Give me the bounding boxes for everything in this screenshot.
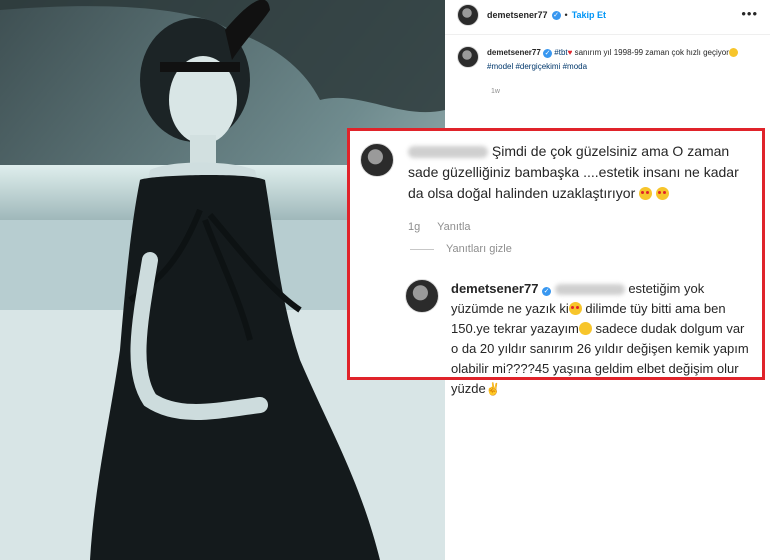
post-header: demetsener77 ✓ • Takip Et — [457, 4, 606, 26]
heart-icon: ♥ — [567, 48, 573, 57]
comment-body: Şimdi de çok güzelsiniz ama O zaman sade… — [408, 141, 753, 204]
grinning-sweat-emoji-icon — [578, 322, 592, 335]
comment-meta: 1g Yanıtla — [408, 217, 485, 238]
follow-button[interactable]: Takip Et — [572, 10, 606, 20]
caption-hashtags[interactable]: #model #dergiçekimi #moda — [487, 62, 587, 71]
post-caption: demetsener77 ✓ #tbt♥ sanırım yıl 1998-99… — [457, 46, 757, 74]
star-struck-emoji-icon — [568, 302, 582, 315]
blurred-username[interactable] — [408, 146, 488, 159]
avatar[interactable] — [457, 4, 479, 26]
post-username[interactable]: demetsener77 — [487, 10, 548, 20]
hide-replies-button[interactable]: Yanıtları gizle — [410, 243, 512, 255]
reply-button[interactable]: Yanıtla — [437, 221, 470, 233]
verified-badge-icon: ✓ — [551, 10, 561, 20]
caption-avatar[interactable] — [457, 46, 479, 68]
header-divider — [445, 34, 770, 35]
hide-replies-line — [410, 248, 434, 250]
star-struck-emoji-icon — [639, 187, 653, 200]
highlighted-comment-thread: Şimdi de çok güzelsiniz ama O zaman sade… — [347, 128, 765, 396]
caption-text: sanırım yıl 1998-99 zaman çok hızlı geçi… — [574, 48, 729, 57]
reply-avatar[interactable] — [405, 279, 439, 313]
commenter-avatar[interactable] — [360, 143, 394, 177]
verified-badge-icon: ✓ — [542, 287, 552, 296]
star-struck-emoji-icon — [656, 187, 670, 200]
hashtag-tbt[interactable]: #tbt — [554, 48, 567, 57]
smiling-face-icon — [728, 48, 738, 57]
post-time: 1w — [491, 88, 500, 95]
victory-hand-icon: ✌ — [485, 382, 501, 396]
reply-username[interactable]: demetsener77 — [451, 281, 538, 296]
reply-body: demetsener77 ✓ estetiğim yok yüzümde ne … — [451, 279, 751, 399]
hide-replies-label: Yanıtları gizle — [446, 243, 512, 255]
blurred-mention[interactable] — [554, 284, 625, 296]
separator-dot: • — [564, 10, 568, 20]
caption-username[interactable]: demetsener77 — [487, 48, 541, 57]
comment-time: 1g — [408, 221, 421, 233]
more-options-icon[interactable]: ••• — [741, 6, 758, 21]
verified-badge-icon: ✓ — [543, 49, 553, 58]
